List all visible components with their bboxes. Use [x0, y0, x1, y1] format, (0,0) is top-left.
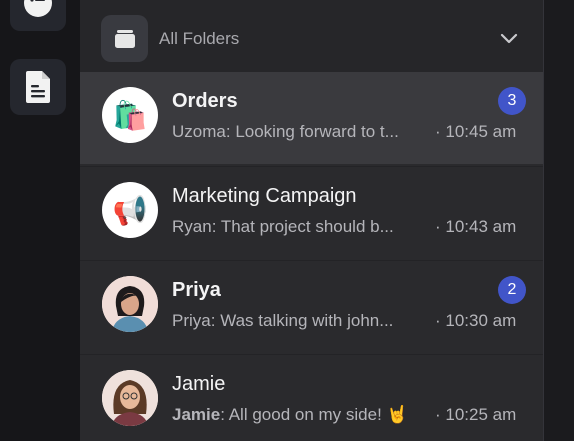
message-text: All good on my side! 🤘 [228, 405, 408, 424]
avatar: 🛍️ [102, 87, 158, 143]
message-preview: Uzoma: Looking forward to t... [172, 122, 399, 141]
panel-edge [543, 0, 574, 441]
message-time: · 10:43 am [435, 217, 517, 236]
avatar: 📢 [102, 182, 158, 238]
conversation-panel: All Folders 🛍️ Orders Uzoma: Looking for… [80, 0, 543, 441]
unread-badge: 3 [498, 87, 526, 115]
unread-badge: 2 [498, 276, 526, 304]
message-text: Looking forward to t... [235, 122, 399, 141]
sender-name: Priya [172, 311, 211, 330]
message-time: · 10:25 am [435, 405, 517, 424]
conversation-name: Orders [172, 90, 238, 112]
person-photo-icon [102, 276, 158, 332]
chevron-down-icon[interactable] [499, 28, 519, 48]
sender-name: Ryan [172, 217, 212, 236]
conversation-item-priya[interactable]: Priya Priya: Was talking with john... · … [80, 260, 543, 352]
conversation-item-jamie[interactable]: Jamie Jamie: All good on my side! 🤘 · 10… [80, 354, 543, 441]
message-text: That project should b... [220, 217, 394, 236]
conversation-name: Priya [172, 279, 221, 301]
folder-selector[interactable]: All Folders [80, 0, 543, 72]
message-preview: Priya: Was talking with john... [172, 311, 394, 330]
message-time: · 10:30 am [435, 311, 517, 330]
message-preview: Ryan: That project should b... [172, 217, 394, 236]
avatar [102, 370, 158, 426]
list-view-button[interactable] [10, 0, 66, 31]
sender-name: Jamie [172, 405, 221, 424]
message-text: Was talking with john... [220, 311, 394, 330]
documents-button[interactable] [10, 59, 66, 115]
conversation-name: Jamie [172, 373, 226, 395]
document-icon [26, 71, 50, 103]
shopping-bags-icon: 🛍️ [112, 99, 148, 131]
conversation-item-orders[interactable]: 🛍️ Orders Uzoma: Looking forward to t...… [80, 72, 543, 164]
message-time: · 10:45 am [435, 122, 517, 141]
person-photo-icon [102, 370, 158, 426]
folder-label: All Folders [159, 29, 240, 48]
conversation-item-marketing-campaign[interactable]: 📢 Marketing Campaign Ryan: That project … [80, 166, 543, 258]
left-rail [0, 0, 80, 441]
avatar [102, 276, 158, 332]
sender-name: Uzoma [172, 122, 226, 141]
conversation-name: Marketing Campaign [172, 185, 357, 207]
message-preview: Jamie: All good on my side! 🤘 [172, 405, 408, 424]
list-icon [24, 0, 52, 17]
folder-icon [101, 15, 148, 62]
megaphone-icon: 📢 [112, 194, 148, 226]
